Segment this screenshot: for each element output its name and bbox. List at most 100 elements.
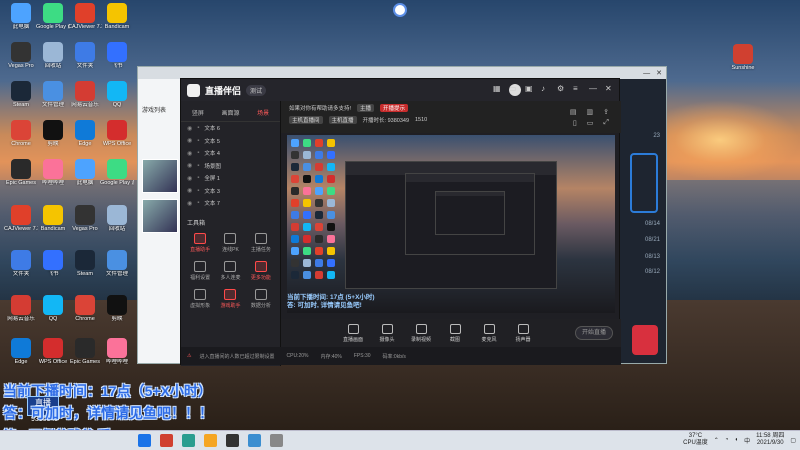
desktop-icon[interactable]: Vegas Pro xyxy=(4,42,38,69)
stream-preview[interactable]: 当前下播时间: 17点 (5+X小时) 答: 可加时, 详情请见鱼吧! xyxy=(287,135,615,313)
layer-item[interactable]: ◉ ▪ 文本 3 xyxy=(181,185,280,198)
desktop-icon[interactable]: 文件管理 xyxy=(100,250,134,277)
desktop-icon[interactable]: CAJViewer 7.3 xyxy=(68,3,102,30)
status-tag[interactable]: 主播 xyxy=(357,104,375,112)
desktop-icon[interactable]: Edge xyxy=(4,338,38,365)
desktop-icon[interactable]: 飞书 xyxy=(36,250,70,277)
desktop-icon-sunshine[interactable]: Sunshine xyxy=(726,44,760,71)
tab-vertical[interactable]: 竖屏 xyxy=(192,108,204,117)
bell-icon[interactable]: ♪ xyxy=(541,84,551,94)
eye-icon[interactable]: ◉ xyxy=(187,175,192,182)
portrait-icon[interactable]: ▯ xyxy=(573,119,577,127)
fullscreen-icon[interactable]: ⤢ xyxy=(603,119,609,127)
desktop-icon[interactable]: 哔哩哔哩 xyxy=(100,338,134,365)
taskbar-app-icon[interactable] xyxy=(138,434,151,447)
desktop-icon[interactable]: 网易云音乐 xyxy=(4,295,38,322)
desktop-icon[interactable]: Steam xyxy=(4,81,38,108)
screenshot-button[interactable]: 截图 xyxy=(443,323,467,343)
desktop-icon[interactable]: 文件管理 xyxy=(36,81,70,108)
layer-item[interactable]: ◉ ▪ 文本 6 xyxy=(181,122,280,135)
notification-icon[interactable]: ▢ xyxy=(790,437,796,444)
game-thumbnail[interactable] xyxy=(142,159,178,193)
layer-item[interactable]: ◉ ▪ 场景图 xyxy=(181,160,280,173)
eye-icon[interactable]: ◉ xyxy=(187,187,192,194)
toolbox-item[interactable]: 连线PK xyxy=(215,232,245,253)
room-tag[interactable]: 主机直播间 xyxy=(289,116,323,124)
taskbar-app-icon[interactable] xyxy=(248,434,261,447)
camera-button[interactable]: 摄像头 xyxy=(375,323,399,343)
close-icon[interactable]: ✕ xyxy=(656,69,662,77)
tab-scenes[interactable]: 场景 xyxy=(257,108,269,117)
desktop-icon[interactable]: 此电脑 xyxy=(68,159,102,186)
taskbar-app-icon[interactable] xyxy=(226,434,239,447)
grid-view-icon[interactable]: ▤ xyxy=(570,108,577,116)
desktop-icon[interactable]: Epic Games xyxy=(4,159,38,186)
start-stream-button[interactable]: 开始直播 xyxy=(575,326,613,340)
lock-icon[interactable]: ▪ xyxy=(197,188,199,194)
desktop-icon[interactable]: WPS Office xyxy=(36,338,70,365)
desktop-icon[interactable]: Edge xyxy=(68,120,102,147)
lock-icon[interactable]: ▪ xyxy=(197,163,199,169)
layer-item[interactable]: ◉ ▪ 全屏 1 xyxy=(181,172,280,185)
tab-sources[interactable]: 画面源 xyxy=(221,108,239,117)
toolbox-item[interactable]: 数据分析 xyxy=(246,288,276,309)
chevron-up-icon[interactable]: ⌃ xyxy=(714,437,719,444)
settings-icon[interactable]: ⚙ xyxy=(557,84,567,94)
eye-icon[interactable]: ◉ xyxy=(187,137,192,144)
desktop-icon[interactable]: 剪映 xyxy=(100,295,134,322)
network-icon[interactable]: ◔ xyxy=(725,437,729,443)
menu-icon[interactable]: ≡ xyxy=(573,84,583,94)
desktop-icon[interactable]: 回收站 xyxy=(100,205,134,232)
lock-icon[interactable]: ▪ xyxy=(197,150,199,156)
layer-item[interactable]: ◉ ▪ 文本 7 xyxy=(181,197,280,210)
speaker-button[interactable]: 扬声器 xyxy=(511,323,535,343)
lock-icon[interactable]: ▪ xyxy=(197,175,199,181)
desktop-icon[interactable]: 网易云音乐 xyxy=(68,81,102,108)
gift-icon[interactable]: ▣ xyxy=(525,84,535,94)
toolbox-item[interactable]: 更多功能 xyxy=(246,260,276,281)
minimize-icon[interactable]: — xyxy=(643,70,650,77)
eye-icon[interactable]: ◉ xyxy=(187,125,192,132)
ime-icon[interactable]: 中 xyxy=(744,436,750,445)
desktop-icon[interactable]: Chrome xyxy=(4,120,38,147)
record-button[interactable]: 录制视频 xyxy=(409,323,433,343)
eye-icon[interactable]: ◉ xyxy=(187,200,192,207)
toolbox-item[interactable]: 游戏助手 xyxy=(215,288,245,309)
desktop-icon[interactable]: Google Play 游戏 xyxy=(36,3,70,30)
taskbar-app-icon[interactable] xyxy=(270,434,283,447)
toolbox-item[interactable]: 福利设置 xyxy=(185,260,215,281)
game-thumbnail[interactable] xyxy=(142,199,178,233)
microphone-button[interactable]: 麦克风 xyxy=(477,323,501,343)
desktop-icon[interactable]: 此电脑 xyxy=(4,3,38,30)
desktop-icon[interactable]: WPS Office xyxy=(100,120,134,147)
toolbox-item[interactable]: 虚拟形象 xyxy=(185,288,215,309)
eye-icon[interactable]: ◉ xyxy=(187,162,192,169)
minimize-icon[interactable]: — xyxy=(589,84,599,94)
layer-item[interactable]: ◉ ▪ 文本 5 xyxy=(181,135,280,148)
toolbox-item[interactable]: 主播任务 xyxy=(246,232,276,253)
desktop-icon[interactable]: 剪映 xyxy=(36,120,70,147)
layout-icon[interactable]: ▥ xyxy=(587,108,594,116)
desktop-icon[interactable]: 回收站 xyxy=(36,42,70,69)
eye-icon[interactable]: ◉ xyxy=(187,150,192,157)
chat-icon[interactable]: ▭ xyxy=(509,84,519,94)
landscape-icon[interactable]: ▭ xyxy=(587,119,594,127)
toolbox-item[interactable]: 多人连麦 xyxy=(215,260,245,281)
desktop-icon[interactable]: Chrome xyxy=(68,295,102,322)
taskbar-app-icon[interactable] xyxy=(182,434,195,447)
taskbar-app-icon[interactable] xyxy=(204,434,217,447)
desktop-icon[interactable]: Bandicam xyxy=(100,3,134,30)
close-icon[interactable]: ✕ xyxy=(605,84,615,94)
desktop-icon[interactable]: QQ xyxy=(36,295,70,322)
mascot-icon[interactable] xyxy=(393,3,407,17)
weather-widget[interactable]: 37°C CPU温度 xyxy=(683,433,708,447)
screen-capture-button[interactable]: 直播画面 xyxy=(341,323,365,343)
share-icon[interactable]: ⇪ xyxy=(603,108,609,116)
lock-icon[interactable]: ▪ xyxy=(197,138,199,144)
desktop-icon[interactable]: Bandicam xyxy=(36,205,70,232)
desktop-icon[interactable]: 文件夹 xyxy=(68,42,102,69)
desktop-icon[interactable]: 文件夹 xyxy=(4,250,38,277)
room-tag[interactable]: 主机直播 xyxy=(328,116,357,124)
grid-icon[interactable]: ▦ xyxy=(493,84,503,94)
lock-icon[interactable]: ▪ xyxy=(197,125,199,131)
